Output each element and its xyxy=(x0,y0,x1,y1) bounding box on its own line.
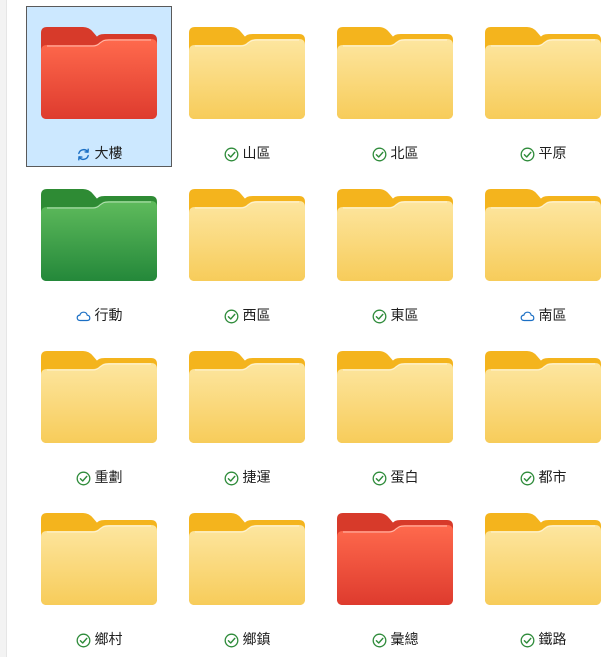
folder-item[interactable]: 山區 xyxy=(174,6,320,167)
folder-name: 南區 xyxy=(538,308,567,324)
folder-item[interactable]: 西區 xyxy=(174,168,320,329)
folder-caption: 東區 xyxy=(323,307,467,325)
synced-check-icon xyxy=(224,633,239,648)
folder-item[interactable]: 南區 xyxy=(470,168,611,329)
folder-icon xyxy=(39,25,159,121)
folder-item[interactable]: 彙總 xyxy=(322,492,468,653)
folder-caption: 鄉村 xyxy=(27,631,171,649)
folder-caption: 山區 xyxy=(175,145,319,163)
folder-name: 東區 xyxy=(390,308,419,324)
synced-check-icon xyxy=(520,471,535,486)
synced-check-icon xyxy=(76,471,91,486)
folder-item[interactable]: 捷運 xyxy=(174,330,320,491)
folder-icon xyxy=(39,349,159,445)
folder-item[interactable]: 北區 xyxy=(322,6,468,167)
folder-icon xyxy=(483,349,603,445)
folder-icon xyxy=(187,349,307,445)
synced-check-icon xyxy=(224,147,239,162)
synced-check-icon xyxy=(372,633,387,648)
synced-check-icon xyxy=(372,471,387,486)
folder-name: 大樓 xyxy=(94,146,123,162)
folder-name: 山區 xyxy=(242,146,271,162)
folder-name: 西區 xyxy=(242,308,271,324)
folder-icon xyxy=(335,511,455,607)
folder-caption: 大樓 xyxy=(27,145,171,163)
syncing-icon xyxy=(76,147,91,162)
folder-item[interactable]: 重劃 xyxy=(26,330,172,491)
folder-caption: 重劃 xyxy=(27,469,171,487)
synced-check-icon xyxy=(520,633,535,648)
folder-caption: 鐵路 xyxy=(471,631,611,649)
synced-check-icon xyxy=(76,633,91,648)
synced-check-icon xyxy=(372,147,387,162)
synced-check-icon xyxy=(372,309,387,324)
folder-caption: 都市 xyxy=(471,469,611,487)
folder-caption: 北區 xyxy=(323,145,467,163)
folder-icon xyxy=(39,187,159,283)
folder-item[interactable]: 平原 xyxy=(470,6,611,167)
folder-caption: 彙總 xyxy=(323,631,467,649)
folder-icon xyxy=(483,187,603,283)
left-pane-edge xyxy=(0,0,7,657)
folder-caption: 南區 xyxy=(471,307,611,325)
folder-grid: 大樓 山區 北區 平原 行動 西區 東區 南區 重劃 捷運 蛋白 都市 鄉村 鄉… xyxy=(26,6,611,654)
folder-caption: 捷運 xyxy=(175,469,319,487)
folder-icon xyxy=(187,25,307,121)
folder-icon xyxy=(335,187,455,283)
folder-name: 蛋白 xyxy=(390,470,419,486)
folder-item[interactable]: 行動 xyxy=(26,168,172,329)
folder-item[interactable]: 鐵路 xyxy=(470,492,611,653)
folder-name: 北區 xyxy=(390,146,419,162)
cloud-icon xyxy=(76,309,91,324)
folder-item[interactable]: 蛋白 xyxy=(322,330,468,491)
folder-icon xyxy=(39,511,159,607)
folder-caption: 蛋白 xyxy=(323,469,467,487)
folder-name: 重劃 xyxy=(94,470,123,486)
folder-icon xyxy=(335,25,455,121)
folder-caption: 行動 xyxy=(27,307,171,325)
synced-check-icon xyxy=(520,147,535,162)
folder-item[interactable]: 東區 xyxy=(322,168,468,329)
folder-caption: 鄉鎮 xyxy=(175,631,319,649)
folder-name: 彙總 xyxy=(390,632,419,648)
folder-name: 行動 xyxy=(94,308,123,324)
synced-check-icon xyxy=(224,471,239,486)
folder-caption: 西區 xyxy=(175,307,319,325)
folder-item[interactable]: 鄉鎮 xyxy=(174,492,320,653)
folder-icon xyxy=(335,349,455,445)
folder-name: 鄉村 xyxy=(94,632,123,648)
folder-item[interactable]: 鄉村 xyxy=(26,492,172,653)
folder-name: 捷運 xyxy=(242,470,271,486)
synced-check-icon xyxy=(224,309,239,324)
folder-icon xyxy=(483,511,603,607)
cloud-icon xyxy=(520,309,535,324)
folder-caption: 平原 xyxy=(471,145,611,163)
folder-item[interactable]: 大樓 xyxy=(26,6,172,167)
folder-icon xyxy=(483,25,603,121)
folder-name: 鐵路 xyxy=(538,632,567,648)
folder-icon xyxy=(187,511,307,607)
folder-name: 鄉鎮 xyxy=(242,632,271,648)
folder-item[interactable]: 都市 xyxy=(470,330,611,491)
folder-name: 平原 xyxy=(538,146,567,162)
folder-icon xyxy=(187,187,307,283)
folder-name: 都市 xyxy=(538,470,567,486)
